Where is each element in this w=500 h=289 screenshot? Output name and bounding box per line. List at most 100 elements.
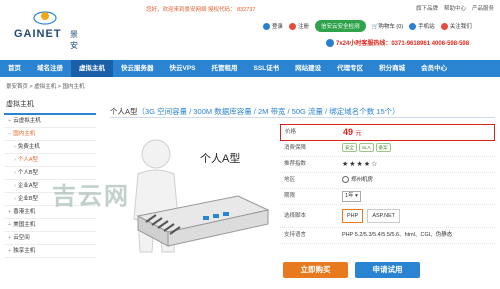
nav-hosting[interactable]: 托管租用: [204, 60, 246, 77]
sidebar-item-us[interactable]: + 美国主机: [4, 219, 96, 232]
rating-row: 推荐指数 ★★★★☆: [280, 157, 495, 173]
sidebar-item-label: 免费主机: [17, 144, 40, 150]
bullet-icon: ›: [14, 170, 16, 176]
spec-table: 价格 49 元 消费保障 安全 SLA 备案 推荐指数 ★★★★☆ 地区 郑州机房 …: [280, 124, 495, 244]
nav-cloud-server[interactable]: 快云服务器: [113, 60, 162, 77]
region-row: 地区 郑州机房: [280, 173, 495, 189]
top-link-help[interactable]: 帮助中心: [444, 4, 466, 12]
region-label: 地区: [284, 177, 296, 183]
sidebar-item-free[interactable]: › 免费主机: [4, 141, 96, 154]
breadcrumb: 景安首页 > 虚拟主机 > 国内主机: [6, 84, 85, 90]
mobile-link[interactable]: 手机站: [409, 22, 435, 31]
code-label: 授权代码: [208, 7, 231, 13]
badge-record: 备案: [375, 143, 391, 153]
price-unit: 元: [355, 131, 362, 137]
main-nav: 首页 域名注册 虚拟主机 快云服务器 快云VPS 托管租用 SSL证书 网站建设…: [0, 60, 500, 77]
bullet-icon: ›: [14, 196, 16, 202]
plus-icon: +: [8, 209, 12, 215]
period-select[interactable]: 1年 ▾: [342, 191, 361, 202]
weibo-icon: [440, 23, 448, 31]
follow-link[interactable]: 关注我们: [440, 22, 472, 31]
plus-icon: +: [8, 222, 12, 228]
plus-icon: +: [8, 235, 12, 241]
period-row: 期限 1年 ▾: [280, 189, 495, 205]
sidebar-item-label: 独享主机: [13, 248, 36, 254]
cart-label: 购物车 (0): [378, 24, 404, 30]
sidebar-item-personal-a[interactable]: › 个人A型: [4, 154, 96, 167]
period-label: 期限: [284, 193, 296, 199]
phone-icon: [326, 39, 334, 48]
nav-member[interactable]: 会员中心: [413, 60, 455, 77]
logo-globe-icon: [33, 11, 57, 25]
sidebar-item-label: 云虚拟主机: [13, 118, 41, 124]
nav-virtual-host[interactable]: 虚拟主机: [71, 60, 113, 77]
top-link-brands[interactable]: 旗下品牌: [416, 4, 438, 12]
sidebar-item-label: 美国主机: [13, 222, 36, 228]
script-option-aspnet[interactable]: ASP.NET: [367, 209, 401, 223]
bullet-icon: ›: [14, 183, 16, 189]
sidebar-item-domestic[interactable]: − 国内主机: [4, 128, 96, 141]
script-option-php[interactable]: PHP: [342, 209, 364, 223]
register-icon: [289, 23, 297, 31]
badge-sla: SLA: [359, 143, 374, 153]
nav-points-mall[interactable]: 积分商城: [371, 60, 413, 77]
sidebar-item-cloud-space[interactable]: + 云空间: [4, 232, 96, 245]
sidebar-item-dedicated[interactable]: + 独享主机: [4, 245, 96, 258]
nav-domain[interactable]: 域名注册: [29, 60, 71, 77]
hotline: 7x24小时客服热线：0371-9618961 4006-598-598: [326, 38, 470, 48]
rating-label: 推荐指数: [284, 161, 307, 167]
logo[interactable]: GAINET 景安: [14, 8, 84, 50]
product-title-text: 个人A型: [110, 107, 138, 116]
support-value: PHP 5.2/5.3/5.4/5.5/5.6、html、CGI、伪静态: [342, 232, 453, 238]
watermark: 吉云网: [52, 183, 130, 210]
nav-ssl[interactable]: SSL证书: [246, 60, 288, 77]
support-label: 支持语言: [284, 232, 307, 238]
script-options: PHP ASP.NET: [342, 205, 404, 227]
buy-now-button[interactable]: 立即购买: [283, 262, 348, 278]
cart-link[interactable]: 🛒购物车 (0): [372, 22, 404, 30]
sidebar-title: 虚拟主机: [4, 95, 96, 115]
greeting: 您好，欢迎来到景安网络: [146, 7, 207, 13]
nav-agent[interactable]: 代理专区: [329, 60, 371, 77]
plus-icon: +: [8, 118, 12, 124]
price-label: 价格: [285, 129, 297, 135]
product-image-label: 个人A型: [200, 153, 241, 165]
price-value: 49: [343, 127, 354, 137]
sidebar-item-label: 香港主机: [13, 209, 36, 215]
logo-text: GAINET: [14, 28, 62, 40]
guarantee-label: 消费保障: [284, 145, 307, 151]
hotline-text: 7x24小时客服热线：0371-9618961 4006-598-598: [336, 41, 470, 47]
support-row: 支持语言 PHP 5.2/5.3/5.4/5.5/5.6、html、CGI、伪静…: [280, 228, 495, 244]
price-value-wrap: 49 元: [343, 125, 362, 142]
nav-website[interactable]: 网站建设: [287, 60, 329, 77]
sidebar-item-label: 国内主机: [13, 131, 36, 137]
follow-label: 关注我们: [449, 23, 472, 30]
register-link[interactable]: 注册: [289, 22, 310, 31]
period-select-wrap: 1年 ▾: [342, 189, 361, 204]
radio-icon: [342, 176, 349, 184]
nav-home[interactable]: 首页: [0, 60, 29, 77]
script-label: 选择脚本: [284, 213, 307, 219]
region-option[interactable]: 郑州机房: [342, 173, 373, 188]
sidebar-item-label: 企业A型: [17, 183, 39, 189]
login-label: 登录: [272, 23, 284, 30]
top-links: 旗下品牌 帮助中心 产品服务: [416, 4, 494, 12]
top-link-products[interactable]: 产品服务: [472, 4, 494, 12]
mobile-label: 手机站: [418, 23, 435, 30]
product-illustration: [133, 139, 270, 253]
bullet-icon: ›: [14, 157, 16, 163]
apply-trial-button[interactable]: 申请试用: [355, 262, 420, 278]
login-link[interactable]: 登录: [263, 22, 284, 31]
header: GAINET 景安 您好，欢迎来到景安网络 授权代码： 832737 旗下品牌 …: [0, 0, 500, 60]
minus-icon: −: [8, 131, 12, 137]
guarantee-row: 消费保障 安全 SLA 备案: [280, 141, 495, 157]
sidebar-item-label: 企业B型: [17, 196, 39, 202]
nav-cloud-vps[interactable]: 快云VPS: [162, 60, 204, 77]
sidebar-item-label: 个人B型: [17, 170, 39, 176]
register-label: 注册: [298, 23, 310, 30]
guarantee-badges: 安全 SLA 备案: [342, 141, 393, 156]
cert-button[interactable]: 信安云安全检测: [315, 20, 366, 32]
sidebar-item-cloud-vhost[interactable]: + 云虚拟主机: [4, 115, 96, 128]
product-spec: （3G 空间容量 / 300M 数据库容量 / 2M 带宽 / 50G 流量 /…: [137, 107, 400, 116]
product-title: 个人A型（3G 空间容量 / 300M 数据库容量 / 2M 带宽 / 50G …: [110, 106, 400, 117]
